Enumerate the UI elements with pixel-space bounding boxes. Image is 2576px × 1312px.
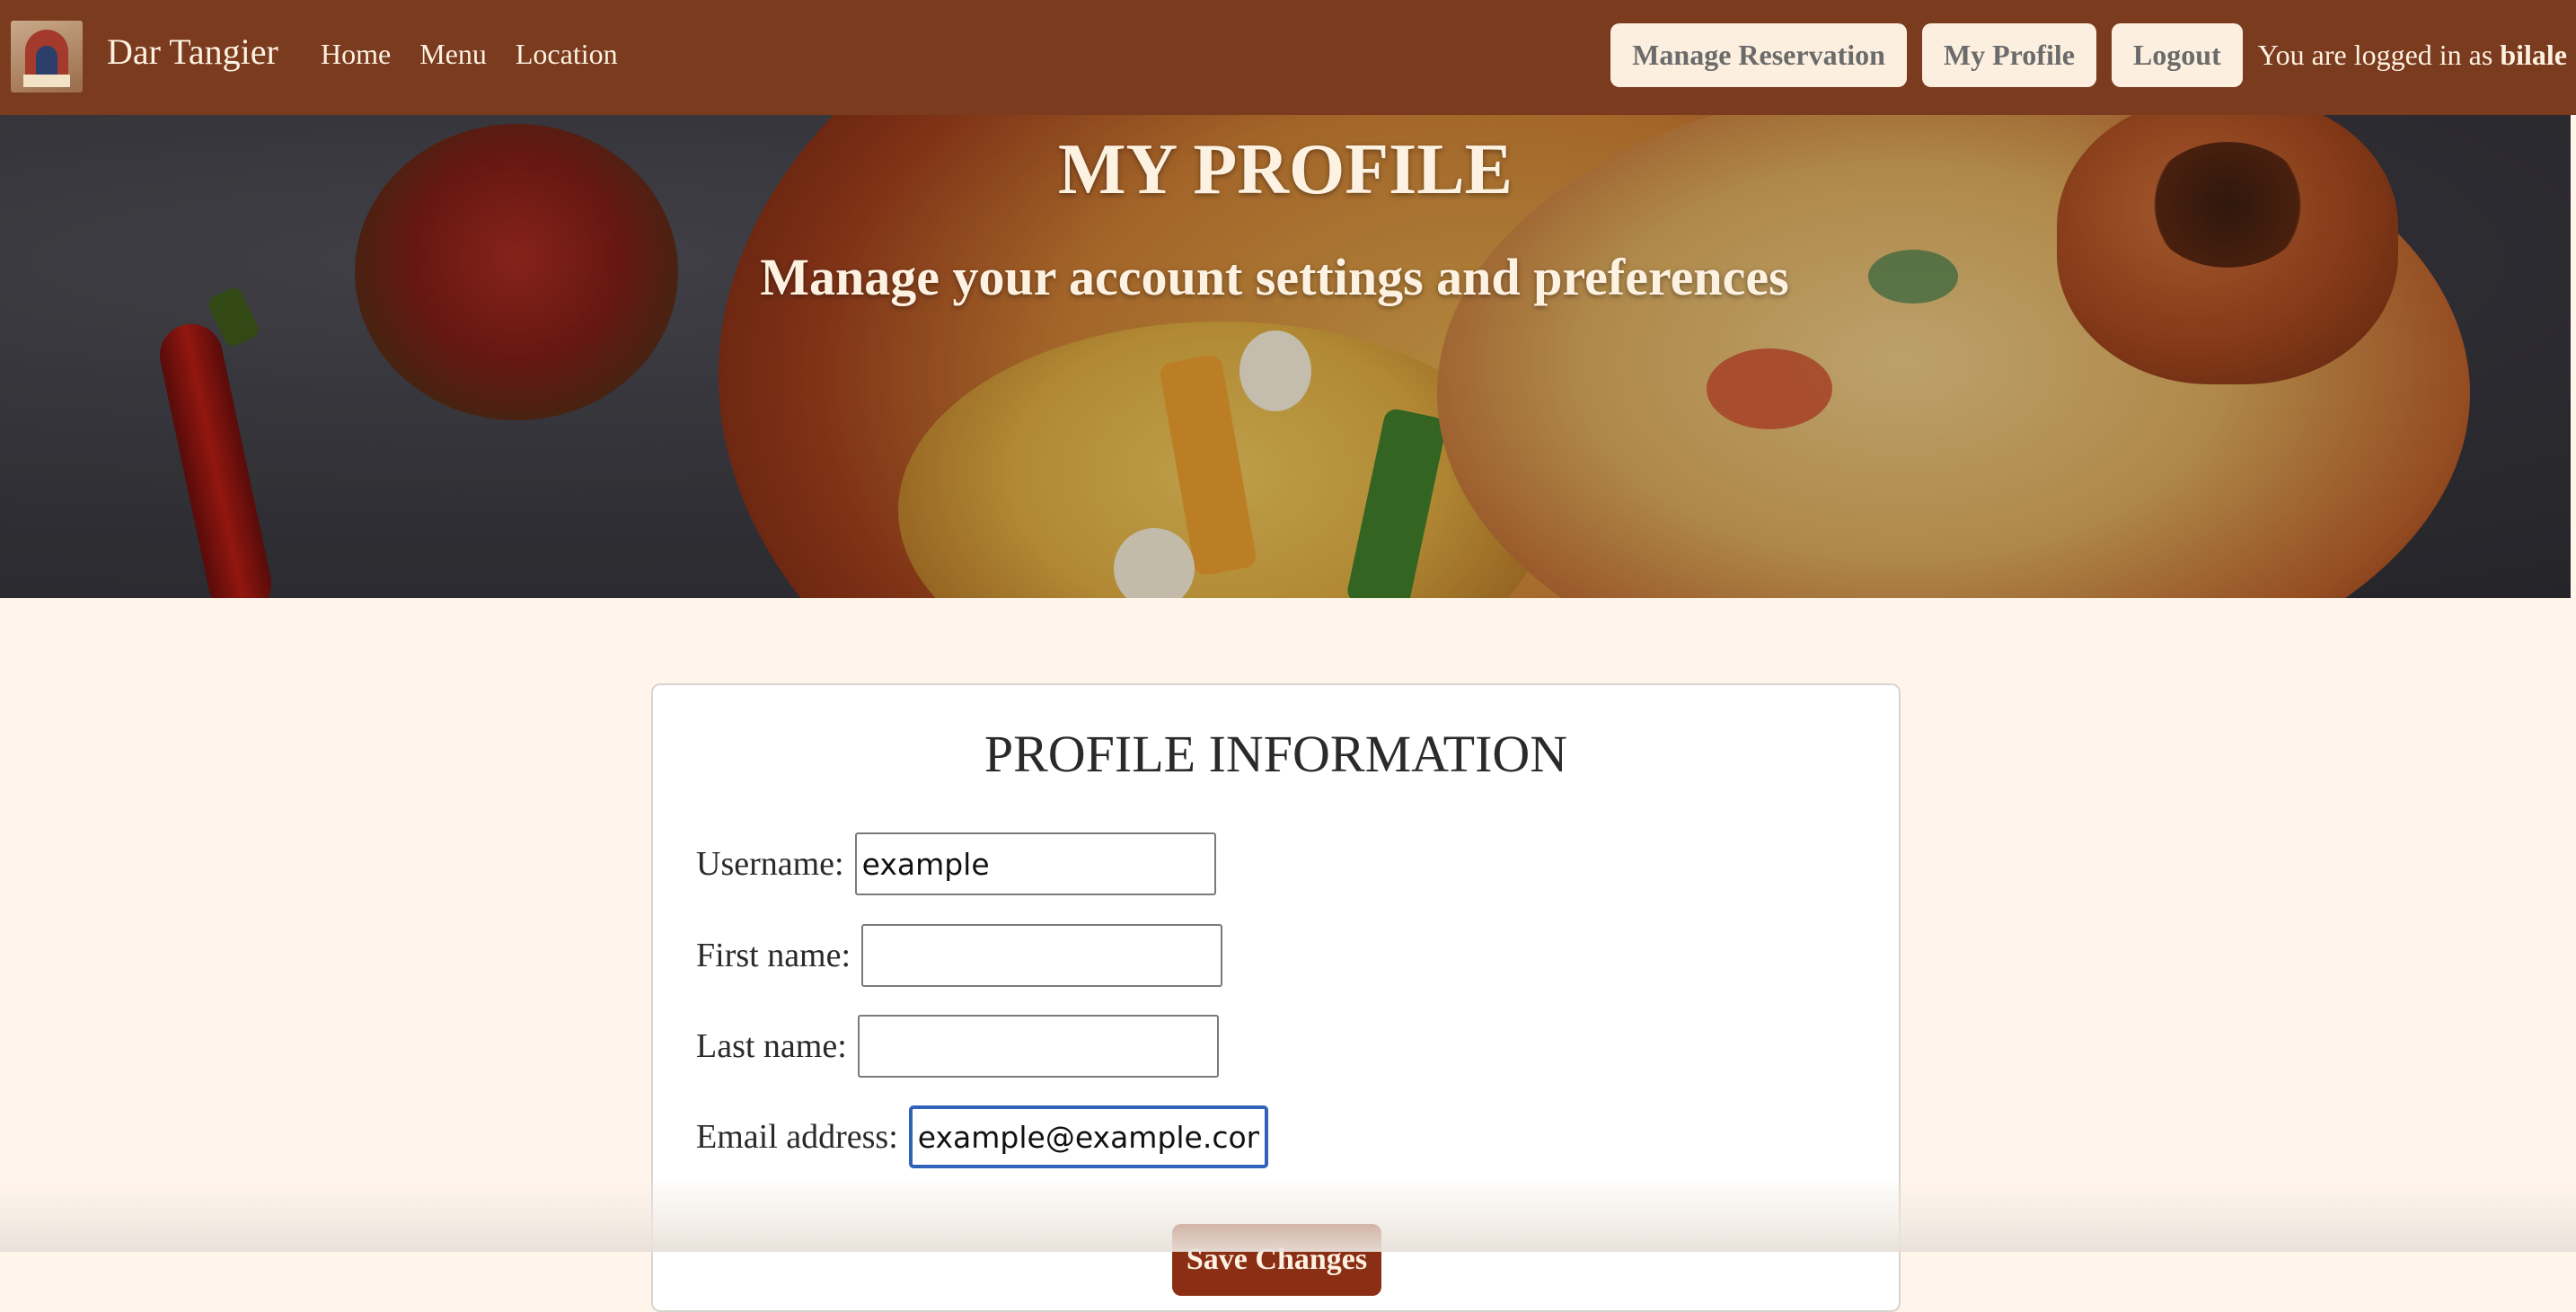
profile-card-title: PROFILE INFORMATION xyxy=(984,725,1568,783)
brand-name[interactable]: Dar Tangier xyxy=(107,27,278,77)
username-input[interactable] xyxy=(854,832,1216,895)
manage-reservation-button[interactable]: Manage Reservation xyxy=(1610,23,1907,87)
username-row: Username: xyxy=(696,832,1216,895)
logged-in-username: bilale xyxy=(2500,39,2567,71)
email-input[interactable] xyxy=(908,1105,1268,1168)
logged-in-status: You are logged in as bilale xyxy=(2258,39,2567,72)
first-name-row: First name: xyxy=(696,924,1223,987)
last-name-label: Last name: xyxy=(696,1027,847,1065)
username-label: Username: xyxy=(696,845,844,883)
first-name-label: First name: xyxy=(696,937,851,974)
logout-button[interactable]: Logout xyxy=(2111,23,2243,87)
page-subtitle: Manage your account settings and prefere… xyxy=(760,248,1789,306)
nav-link-home[interactable]: Home xyxy=(321,33,391,75)
nav-right: Manage Reservation My Profile Logout You… xyxy=(1610,23,2567,87)
logged-in-prefix: You are logged in as xyxy=(2257,39,2501,71)
restaurant-logo[interactable] xyxy=(11,21,83,92)
email-row: Email address: xyxy=(696,1105,1268,1168)
profile-card: PROFILE INFORMATION Username: First name… xyxy=(651,683,1901,1312)
my-profile-button[interactable]: My Profile xyxy=(1921,23,2096,87)
navbar: Dar Tangier Home Menu Location Manage Re… xyxy=(0,0,2576,115)
page-title: MY PROFILE xyxy=(1058,130,1513,209)
last-name-input[interactable] xyxy=(857,1015,1219,1078)
nav-link-menu[interactable]: Menu xyxy=(419,33,487,75)
last-name-row: Last name: xyxy=(696,1015,1219,1078)
save-changes-button[interactable]: Save Changes xyxy=(1172,1224,1381,1296)
nav-links: Home Menu Location xyxy=(321,33,618,75)
nav-link-location[interactable]: Location xyxy=(516,33,618,75)
email-label: Email address: xyxy=(696,1118,898,1156)
first-name-input[interactable] xyxy=(861,924,1223,987)
